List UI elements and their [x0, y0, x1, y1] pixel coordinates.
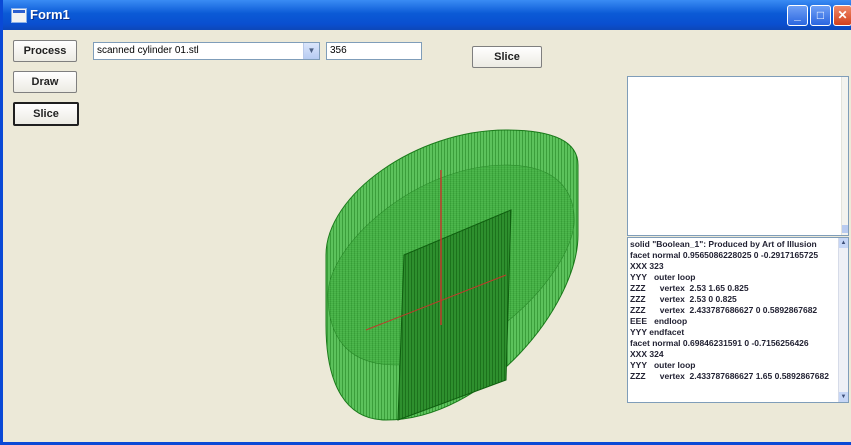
maximize-button[interactable]: □ [810, 5, 831, 26]
stl-line: YYY endfacet [630, 327, 685, 337]
window-title: Form1 [30, 7, 70, 22]
stl-line: YYY outer loop [630, 272, 696, 282]
stl-line: ZZZ vertex 2.433787686627 0 0.5892867682 [630, 305, 818, 315]
stl-line: EEE endloop [630, 316, 688, 326]
slice-count-input[interactable]: 356 [326, 42, 422, 60]
file-select-value: scanned cylinder 01.stl [97, 45, 199, 56]
app-window: Form1 _ □ ✕ Process Draw Slice scanned c… [0, 0, 851, 445]
app-form-icon [11, 8, 27, 23]
close-button[interactable]: ✕ [833, 5, 851, 26]
output-scrollbar[interactable] [841, 77, 848, 235]
slice-button-left[interactable]: Slice [13, 102, 79, 126]
draw-button[interactable]: Draw [13, 71, 77, 93]
stl-line: ZZZ vertex 2.433787686627 1.65 0.5892867… [630, 371, 829, 381]
stl-line: ZZZ vertex 2.53 1.65 0.825 [630, 283, 749, 293]
title-bar[interactable]: Form1 _ □ ✕ [3, 0, 851, 30]
stl-line: YYY outer loop [630, 360, 696, 370]
stl-line: XXX 323 [630, 261, 664, 271]
stl-line: facet normal 0.9565086228025 0 -0.291716… [630, 250, 819, 260]
stl-text-listbox[interactable]: solid "Boolean_1": Produced by Art of Il… [627, 237, 849, 403]
form-client-area: Process Draw Slice scanned cylinder 01.s… [6, 30, 851, 442]
stl-line: solid "Boolean_1": Produced by Art of Il… [630, 239, 817, 249]
stl-lines: solid "Boolean_1": Produced by Art of Il… [630, 239, 836, 382]
minimize-button[interactable]: _ [787, 5, 808, 26]
stl-line: facet normal 0.69846231591 0 -0.71562564… [630, 338, 809, 348]
chevron-down-icon[interactable]: ▼ [303, 43, 319, 59]
scroll-down-icon[interactable]: ▼ [839, 392, 848, 402]
slice-button-top[interactable]: Slice [472, 46, 542, 68]
file-select[interactable]: scanned cylinder 01.stl ▼ [93, 42, 320, 60]
stl-line: ZZZ vertex 2.53 0 0.825 [630, 294, 737, 304]
3d-viewport[interactable] [306, 125, 591, 425]
stl-line: XXX 324 [630, 349, 664, 359]
output-textbox[interactable] [627, 76, 849, 236]
scroll-up-icon[interactable]: ▲ [839, 238, 848, 248]
process-button[interactable]: Process [13, 40, 77, 62]
stl-scrollbar[interactable]: ▲ ▼ [838, 238, 848, 402]
